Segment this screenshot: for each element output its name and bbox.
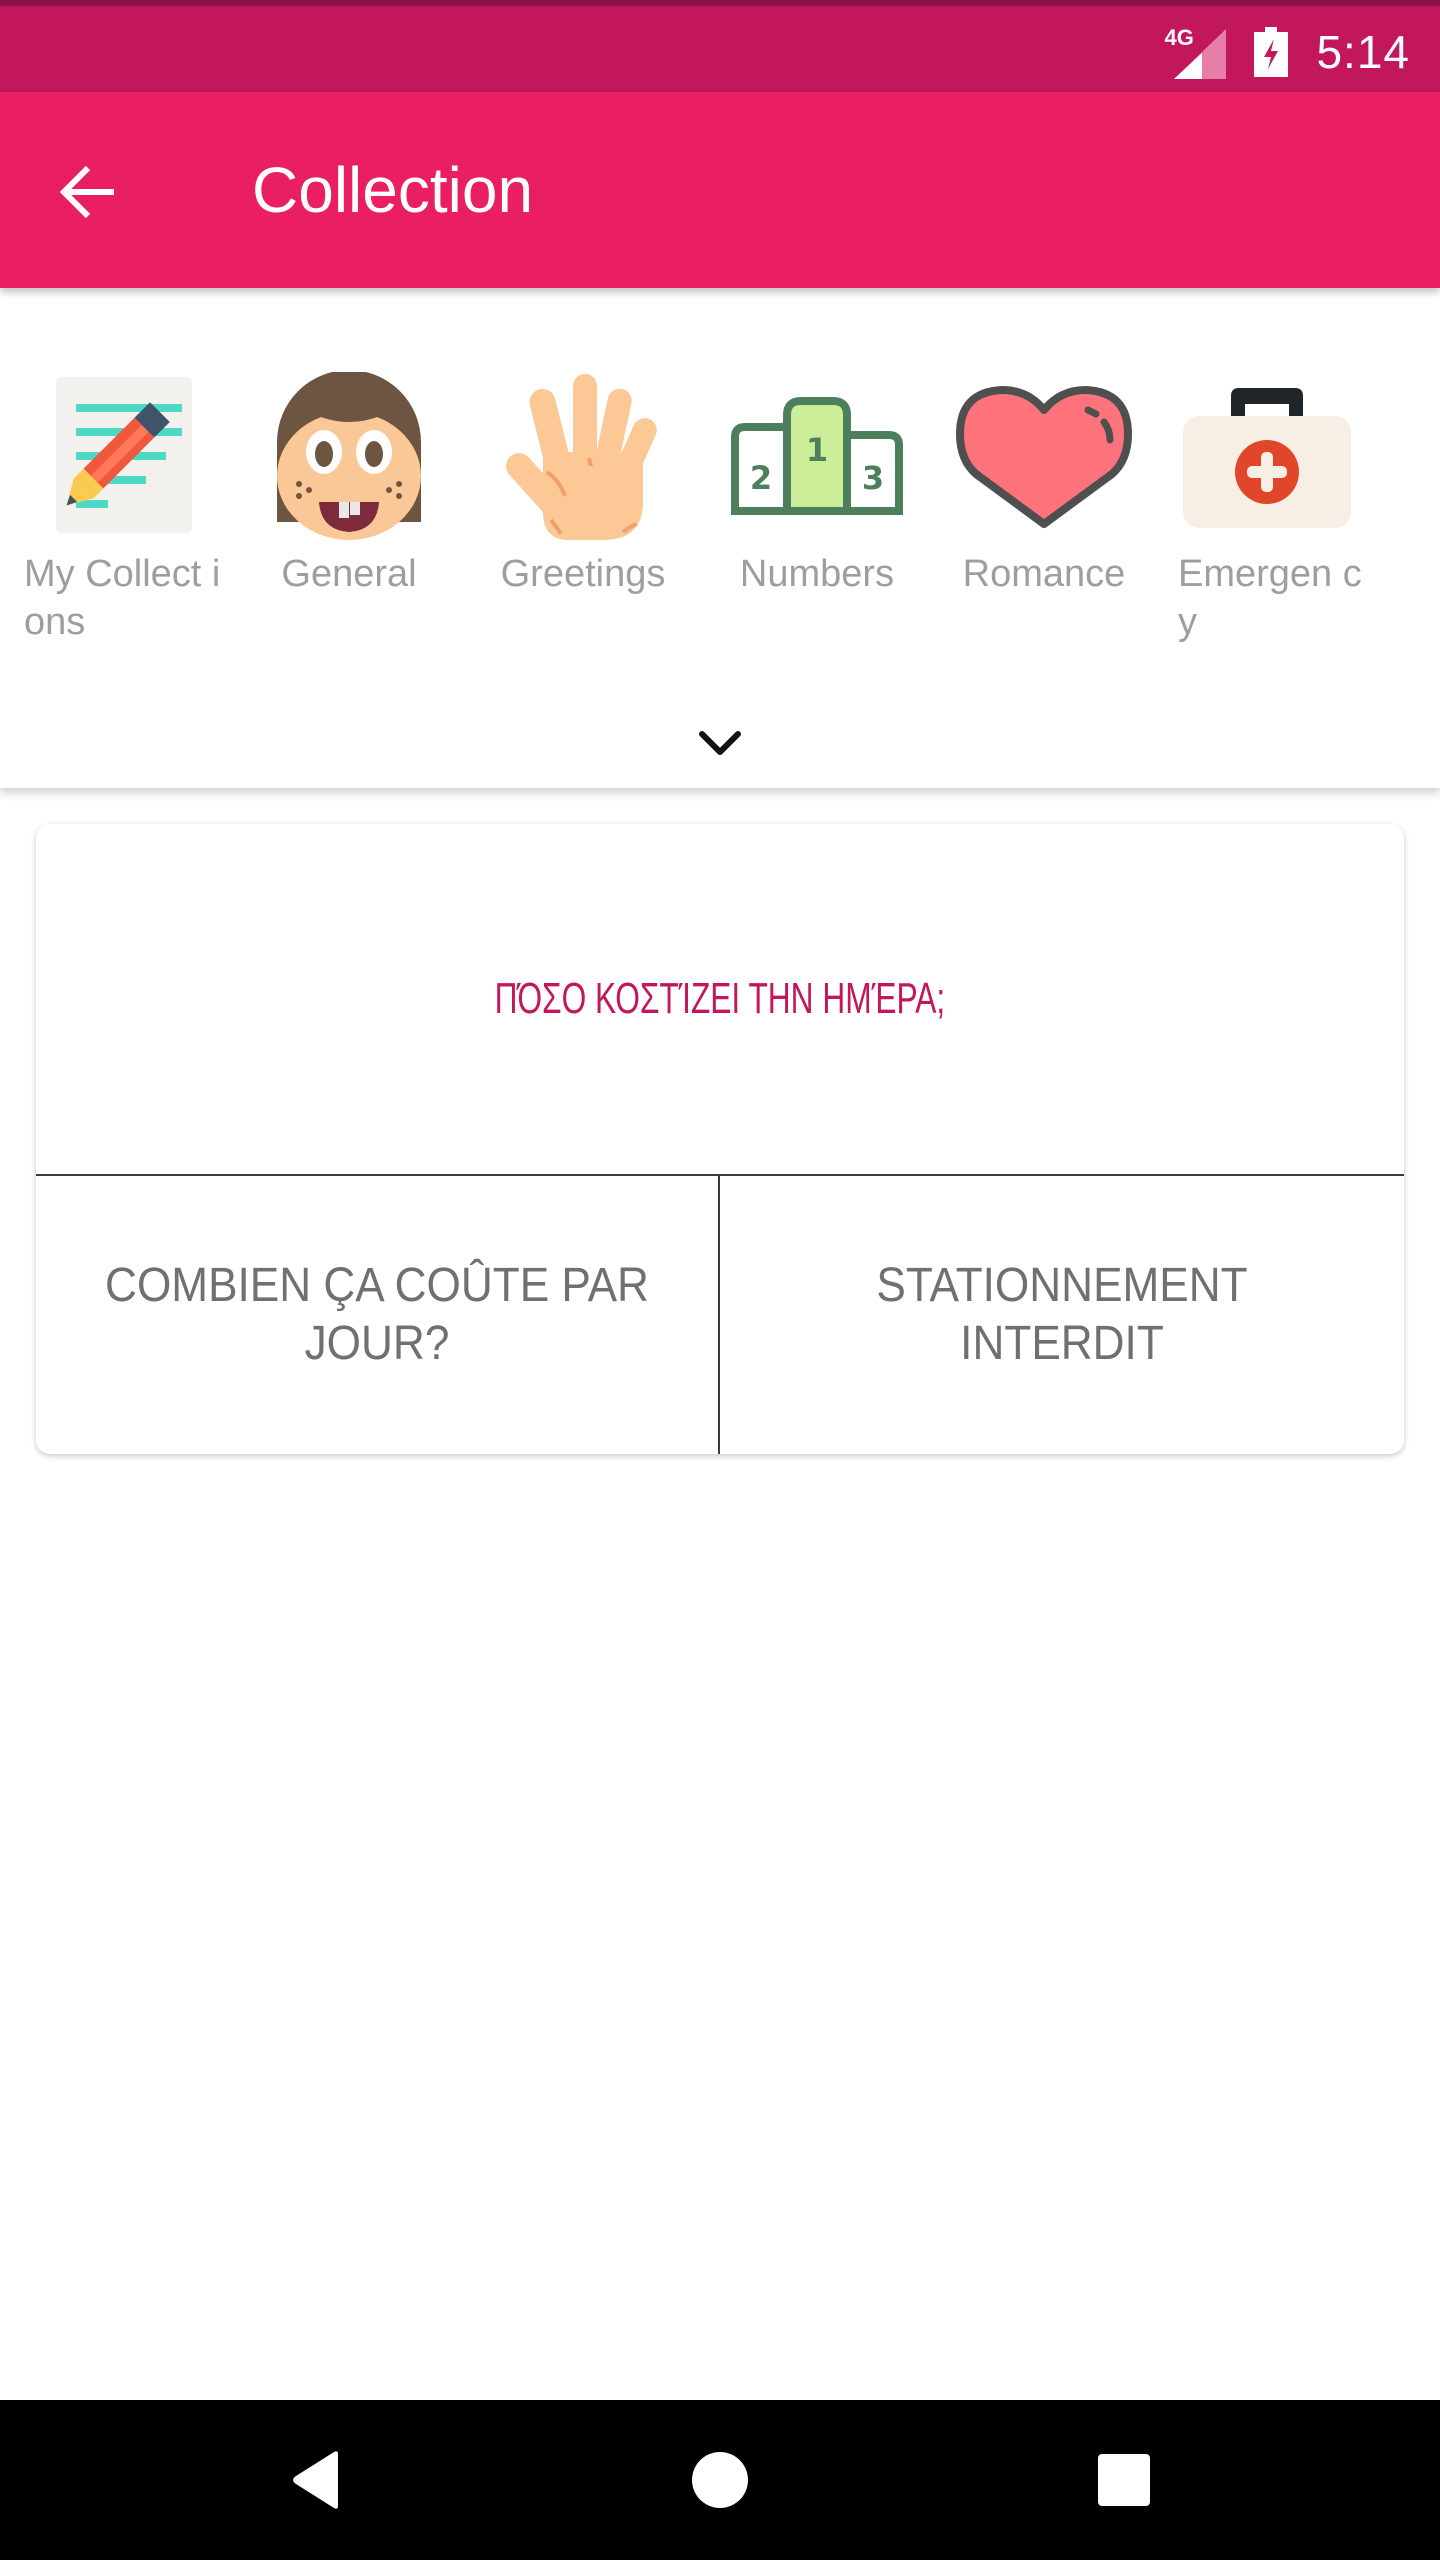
category-emergency[interactable]: Emergen cy — [1154, 372, 1380, 662]
phrase-card: ΠΌΣΟ ΚΟΣΤΊΖΕΙ ΤΗΝ ΗΜΈΡΑ; COMBIEN ÇA COÛT… — [36, 824, 1404, 1454]
answer-text: COMBIEN ÇA COÛTE PAR JOUR? — [105, 1259, 649, 1370]
page-title: Collection — [252, 154, 534, 226]
answer-option-2[interactable]: STATIONNEMENT INTERDIT — [720, 1176, 1404, 1454]
category-label: Romance — [962, 553, 1126, 595]
first-aid-kit-icon — [1183, 388, 1351, 528]
nav-home-button[interactable] — [670, 2440, 770, 2520]
question-area[interactable]: ΠΌΣΟ ΚΟΣΤΊΖΕΙ ΤΗΝ ΗΜΈΡΑ; — [36, 824, 1404, 1174]
nav-recents-icon — [1098, 2454, 1150, 2506]
nav-home-icon — [692, 2452, 748, 2508]
heart-icon — [956, 386, 1132, 528]
category-panel: My Collect ions General Greetings 2 1 3 … — [0, 288, 1440, 788]
system-nav-bar — [0, 2400, 1440, 2560]
answer-text: STATIONNEMENT INTERDIT — [876, 1259, 1248, 1370]
app-bar: Collection — [0, 92, 1440, 288]
status-bar: 4G 5:14 — [0, 0, 1440, 92]
notepad-pencil-icon — [56, 376, 192, 534]
nav-recents-button[interactable] — [1074, 2440, 1174, 2520]
arrow-back-icon — [59, 165, 114, 219]
network-indicator: 4G — [1164, 25, 1227, 79]
answer-option-1[interactable]: COMBIEN ÇA COÛTE PAR JOUR? — [36, 1176, 718, 1454]
category-label: General — [281, 553, 417, 595]
category-my-collections[interactable]: My Collect ions — [0, 372, 232, 662]
expand-categories-button[interactable] — [690, 718, 750, 768]
category-label: My Collect ions — [24, 553, 221, 643]
svg-text:3: 3 — [862, 459, 884, 497]
back-button[interactable] — [48, 152, 128, 232]
category-romance[interactable]: Romance — [934, 372, 1154, 662]
nav-back-icon — [293, 2451, 338, 2509]
svg-text:2: 2 — [750, 459, 772, 497]
category-general[interactable]: General — [232, 372, 466, 662]
category-numbers[interactable]: 2 1 3 Numbers — [700, 372, 934, 662]
category-label: Emergen cy — [1178, 553, 1362, 643]
battery-charging-icon — [1254, 27, 1289, 77]
smiling-face-icon — [277, 372, 421, 540]
category-label: Greetings — [500, 553, 666, 595]
category-label: Numbers — [739, 553, 895, 595]
category-greetings[interactable]: Greetings — [466, 372, 700, 662]
status-icons: 4G 5:14 — [1164, 14, 1410, 90]
nav-back-button[interactable] — [266, 2440, 366, 2520]
podium-icon: 2 1 3 — [731, 397, 903, 515]
waving-hand-icon — [506, 374, 657, 540]
chevron-down-icon — [699, 731, 741, 755]
svg-text:1: 1 — [806, 431, 828, 469]
clock: 5:14 — [1316, 26, 1410, 78]
category-list: My Collect ions General Greetings 2 1 3 … — [0, 372, 1440, 662]
signal-icon — [1174, 29, 1227, 79]
question-text: ΠΌΣΟ ΚΟΣΤΊΖΕΙ ΤΗΝ ΗΜΈΡΑ; — [494, 974, 946, 1023]
